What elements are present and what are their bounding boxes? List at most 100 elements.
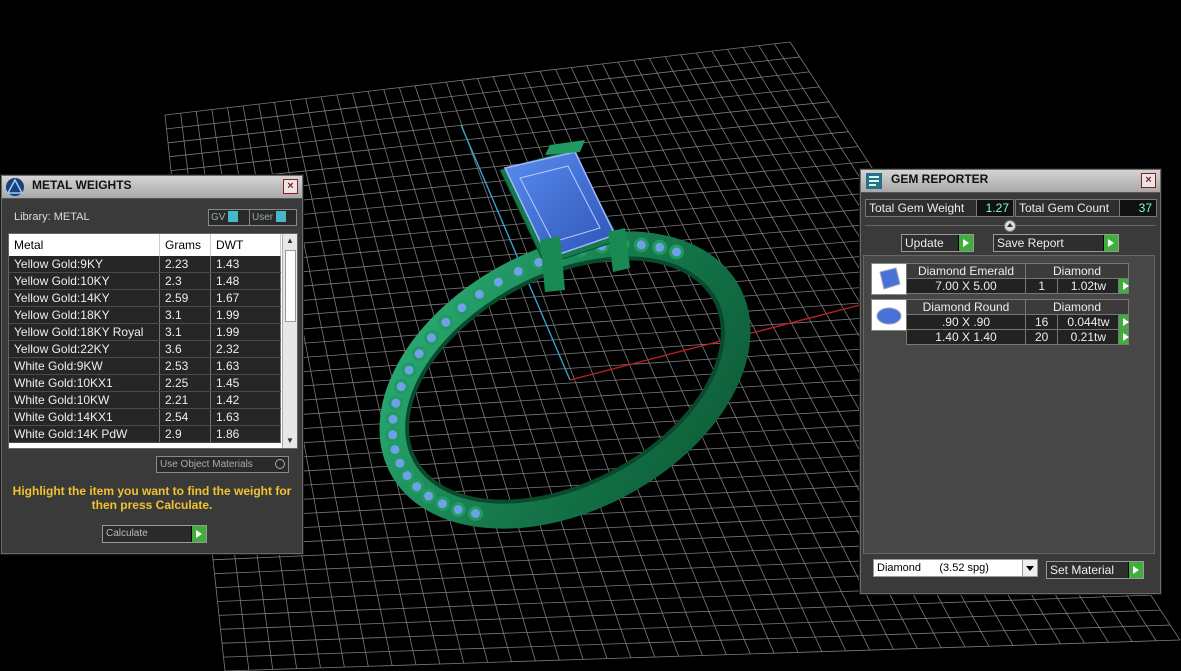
cell-dwt: 1.43 [210, 256, 281, 273]
play-arrow-icon [1128, 562, 1143, 578]
table-row[interactable]: Yellow Gold:14KY 2.59 1.67 [9, 289, 281, 307]
column-header-dwt[interactable]: DWT [210, 234, 281, 256]
gem-shape-label: Diamond Round [906, 299, 1026, 315]
metal-table-scrollbar[interactable]: ▲ ▼ [282, 234, 297, 448]
cell-grams: 2.3 [159, 272, 211, 290]
gem-size: 7.00 X 5.00 [906, 278, 1026, 294]
close-icon[interactable]: × [283, 179, 298, 194]
gem-group-round: Diamond Round Diamond .90 X .90 16 0.044… [906, 299, 1130, 345]
metal-weights-title: METAL WEIGHTS [32, 178, 132, 192]
metal-weights-panel: METAL WEIGHTS × Library: METAL GV User M… [1, 175, 303, 554]
cell-dwt: 1.45 [210, 374, 281, 392]
app-logo-icon [6, 178, 24, 196]
gem-row[interactable]: 7.00 X 5.00 1 1.02tw [906, 278, 1130, 294]
gem-row[interactable]: .90 X .90 16 0.044tw [906, 314, 1130, 330]
select-arrow-icon[interactable] [1118, 329, 1130, 345]
update-button[interactable]: Update [901, 234, 974, 252]
cell-grams: 3.6 [159, 340, 211, 358]
use-object-materials-label: Use Object Materials [160, 459, 253, 470]
metal-weights-titlebar[interactable]: METAL WEIGHTS × [2, 176, 302, 199]
chevron-down-icon[interactable] [1022, 560, 1037, 576]
cell-dwt: 1.99 [210, 323, 281, 341]
radio-icon[interactable] [275, 459, 285, 469]
metal-table: Metal Grams DWT Yellow Gold:9KY 2.23 1.43 Y… [8, 233, 298, 449]
cell-metal: White Gold:9KW [9, 357, 160, 375]
calculate-label: Calculate [106, 528, 148, 539]
table-row[interactable]: White Gold:10KW 2.21 1.42 [9, 391, 281, 409]
table-row[interactable]: Yellow Gold:18KY Royal 3.1 1.99 [9, 323, 281, 341]
cell-grams: 2.9 [159, 425, 211, 443]
cell-dwt: 2.32 [210, 340, 281, 358]
gem-reporter-titlebar[interactable]: GEM REPORTER × [861, 170, 1160, 193]
gem-list: Diamond Emerald Diamond 7.00 X 5.00 1 1.… [863, 255, 1155, 554]
gem-weight: 0.21tw [1057, 329, 1120, 345]
table-row[interactable]: White Gold:9KW 2.53 1.63 [9, 357, 281, 375]
play-arrow-icon [958, 235, 973, 251]
set-material-label: Set Material [1050, 563, 1115, 577]
scroll-down-icon[interactable]: ▼ [285, 436, 295, 446]
total-gem-weight-field: Total Gem Weight 1.27 [865, 199, 1014, 217]
cell-grams: 2.23 [159, 256, 211, 273]
set-material-button[interactable]: Set Material [1046, 561, 1144, 579]
select-arrow-icon[interactable] [1118, 278, 1130, 294]
material-select[interactable]: Diamond (3.52 spg) [873, 559, 1038, 577]
cell-dwt: 1.86 [210, 425, 281, 443]
cell-grams: 3.1 [159, 306, 211, 324]
user-toggle-indicator [276, 211, 287, 222]
user-toggle[interactable]: User [249, 209, 297, 226]
gv-label: GV [211, 212, 226, 223]
cell-metal: Yellow Gold:18KY Royal [9, 323, 160, 341]
cell-grams: 2.21 [159, 391, 211, 409]
cell-grams: 2.25 [159, 374, 211, 392]
gem-weight: 0.044tw [1057, 314, 1120, 330]
column-header-metal[interactable]: Metal [9, 234, 160, 256]
total-gem-weight-label: Total Gem Weight [869, 201, 965, 215]
gem-shape-label: Diamond Emerald [906, 263, 1026, 279]
cell-grams: 2.54 [159, 408, 211, 426]
cell-metal: White Gold:10KW [9, 391, 160, 409]
instruction-text: Highlight the item you want to find the … [12, 484, 292, 512]
update-label: Update [905, 236, 944, 250]
gem-reporter-panel: GEM REPORTER × Total Gem Weight 1.27 Tot… [860, 169, 1161, 594]
cell-metal: White Gold:14K PdW [9, 425, 160, 443]
calculate-button[interactable]: Calculate [102, 525, 207, 543]
save-report-label: Save Report [997, 236, 1064, 250]
emerald-cut-gem-icon[interactable] [871, 263, 907, 295]
gem-count: 1 [1024, 278, 1059, 294]
gem-group-emerald: Diamond Emerald Diamond 7.00 X 5.00 1 1.… [906, 263, 1130, 294]
library-label: Library: METAL [14, 211, 90, 223]
cell-grams: 3.1 [159, 323, 211, 341]
table-row[interactable]: White Gold:14K PdW 2.9 1.86 [9, 425, 281, 443]
save-report-button[interactable]: Save Report [993, 234, 1119, 252]
table-row[interactable]: Yellow Gold:10KY 2.3 1.48 [9, 272, 281, 290]
table-row[interactable]: Yellow Gold:9KY 2.23 1.43 [9, 256, 281, 273]
collapse-icon[interactable] [1004, 220, 1016, 232]
report-icon [866, 173, 882, 189]
table-row[interactable]: Yellow Gold:22KY 3.6 2.32 [9, 340, 281, 358]
scroll-up-icon[interactable]: ▲ [285, 236, 295, 246]
select-arrow-icon[interactable] [1118, 314, 1130, 330]
gem-material-label: Diamond [1025, 263, 1129, 279]
total-gem-count-value: 37 [1119, 200, 1156, 216]
cell-dwt: 1.99 [210, 306, 281, 324]
table-row[interactable]: Yellow Gold:18KY 3.1 1.99 [9, 306, 281, 324]
total-gem-count-field: Total Gem Count 37 [1015, 199, 1157, 217]
cell-metal: Yellow Gold:10KY [9, 272, 160, 290]
use-object-materials-option[interactable]: Use Object Materials [156, 456, 289, 473]
table-row[interactable]: White Gold:14KX1 2.54 1.63 [9, 408, 281, 426]
column-header-grams[interactable]: Grams [159, 234, 211, 256]
user-label: User [252, 212, 274, 223]
total-gem-weight-value: 1.27 [976, 200, 1013, 216]
round-cut-gem-icon[interactable] [871, 299, 907, 331]
cell-dwt: 1.63 [210, 357, 281, 375]
table-row[interactable]: White Gold:10KX1 2.25 1.45 [9, 374, 281, 392]
close-icon[interactable]: × [1141, 173, 1156, 188]
cell-metal: Yellow Gold:14KY [9, 289, 160, 307]
gem-size: .90 X .90 [906, 314, 1026, 330]
play-arrow-icon [191, 526, 206, 542]
gv-toggle[interactable]: GV [208, 209, 251, 226]
gem-row[interactable]: 1.40 X 1.40 20 0.21tw [906, 329, 1130, 345]
gem-count: 16 [1024, 314, 1059, 330]
scroll-thumb[interactable] [285, 250, 296, 322]
play-arrow-icon [1103, 235, 1118, 251]
